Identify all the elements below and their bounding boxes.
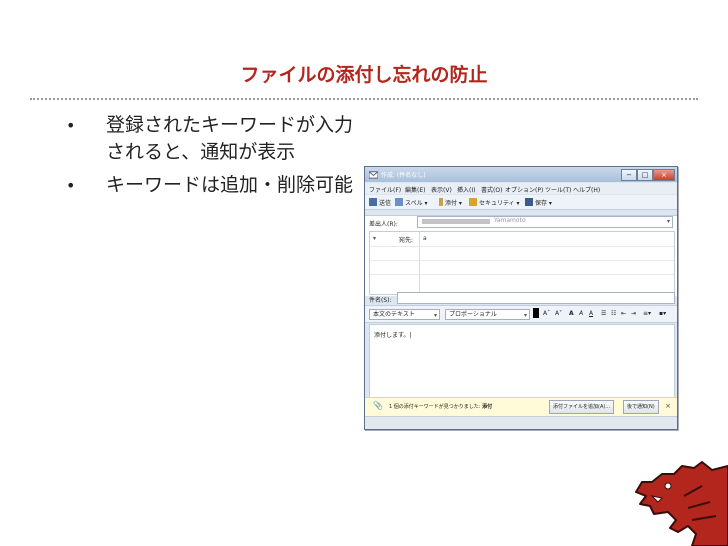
security-button[interactable]: セキュリティ ▾ xyxy=(469,198,520,207)
status-bar xyxy=(365,416,677,429)
app-icon xyxy=(369,171,378,179)
reminder-message: 1 個の添付キーワードが見つかりました: xyxy=(389,404,481,410)
spell-icon xyxy=(395,198,403,206)
toolbar: 送信 スペル ▾ 添付 ▾ セキュリティ ▾ 保存 ▾ xyxy=(365,195,677,210)
grid-row-line xyxy=(370,274,674,275)
send-icon xyxy=(369,198,377,206)
menu-options[interactable]: オプション(P) xyxy=(505,185,543,194)
window-titlebar[interactable]: 作成: (件名なし) − □ × xyxy=(365,167,677,182)
insert-icon[interactable]: ▪▾ xyxy=(659,310,666,317)
subject-label: 件名(S): xyxy=(369,297,392,304)
grid-divider xyxy=(419,232,420,294)
slide-title: ファイルの添付し忘れの防止 xyxy=(240,64,488,86)
text-color-icon[interactable] xyxy=(533,308,539,318)
send-label: 送信 xyxy=(379,200,392,207)
chevron-down-icon: ▾ xyxy=(433,312,437,319)
paperclip-icon: 📎 xyxy=(373,401,383,410)
menu-file[interactable]: ファイル(F) xyxy=(369,185,401,194)
chevron-down-icon: ▾ xyxy=(523,312,527,319)
menu-insert[interactable]: 挿入(I) xyxy=(457,185,475,194)
minimize-button[interactable]: − xyxy=(621,169,637,181)
format-toolbar: 本文のテキスト ▾ プロポーショナル ▾ Aˆ A˅ A A A ☰ ☷ ⇤ ⇥ ≡… xyxy=(365,305,677,323)
redacted-address xyxy=(422,219,490,224)
dinosaur-logo-icon xyxy=(635,461,728,546)
bullet-list: • 登録されたキーワードが入力されると、通知が表示 • キーワードは追加・削除可… xyxy=(62,112,354,205)
close-icon[interactable]: × xyxy=(665,402,671,410)
font-select-value: プロポーショナル xyxy=(449,311,497,318)
bullet-text: 登録されたキーワードが入力されると、通知が表示 xyxy=(106,114,354,163)
grid-row-line xyxy=(370,246,674,247)
from-select[interactable]: Yamamoto ▾ xyxy=(417,216,673,228)
attach-button[interactable]: 添付 ▾ xyxy=(439,198,462,207)
bullet-text: キーワードは追加・削除可能 xyxy=(106,174,354,196)
align-icon[interactable]: ≡▾ xyxy=(643,310,651,317)
outdent-icon[interactable]: ⇤ xyxy=(621,310,626,317)
bullet-item: • 登録されたキーワードが入力されると、通知が表示 xyxy=(62,112,354,166)
menu-bar: ファイル(F) 編集(E) 表示(V) 挿入(I) 書式(O) オプション(P)… xyxy=(365,183,677,194)
close-button[interactable]: × xyxy=(653,169,675,181)
bold-icon[interactable]: A xyxy=(569,310,574,317)
from-label: 差出人(R): xyxy=(369,221,398,228)
attachment-reminder-bar: 📎 1 個の添付キーワードが見つかりました: 添付 添付ファイルを追加(A)..… xyxy=(365,397,677,416)
underline-icon[interactable]: A xyxy=(589,310,593,317)
menu-view[interactable]: 表示(V) xyxy=(431,185,452,194)
recipient-grid xyxy=(369,231,675,295)
bullet-dot: • xyxy=(66,116,76,135)
indent-icon[interactable]: ⇥ xyxy=(631,310,636,317)
save-icon xyxy=(525,198,533,206)
save-label: 保存 xyxy=(535,200,548,207)
remind-later-button[interactable]: 後で通知(N) xyxy=(623,400,659,414)
reminder-text: 1 個の添付キーワードが見つかりました: 添付 xyxy=(389,403,492,410)
numbered-list-icon[interactable]: ☷ xyxy=(611,310,616,317)
from-value: Yamamoto xyxy=(494,217,526,224)
paperclip-icon xyxy=(439,198,443,206)
paragraph-select[interactable]: 本文のテキスト ▾ xyxy=(369,309,440,320)
menu-tools[interactable]: ツール(T) xyxy=(545,185,571,194)
grid-row-line xyxy=(370,260,674,261)
to-field[interactable]: a xyxy=(423,235,427,242)
send-button[interactable]: 送信 xyxy=(369,198,391,207)
add-attachment-button[interactable]: 添付ファイルを追加(A)... xyxy=(549,400,615,414)
menu-help[interactable]: ヘルプ(H) xyxy=(573,185,600,194)
menu-format[interactable]: 書式(O) xyxy=(481,185,502,194)
paragraph-select-value: 本文のテキスト xyxy=(373,311,415,318)
message-body[interactable]: 添付します。| xyxy=(369,324,675,398)
title-divider xyxy=(30,98,698,100)
lock-icon xyxy=(469,198,477,206)
font-smaller-icon[interactable]: A˅ xyxy=(555,310,562,317)
bullet-dot: • xyxy=(66,176,76,195)
italic-icon[interactable]: A xyxy=(579,310,583,317)
spell-label: スペル xyxy=(405,200,423,207)
bullet-list-icon[interactable]: ☰ xyxy=(601,310,606,317)
font-select[interactable]: プロポーショナル ▾ xyxy=(445,309,530,320)
spell-button[interactable]: スペル ▾ xyxy=(395,198,428,207)
save-button[interactable]: 保存 ▾ xyxy=(525,198,552,207)
chevron-down-icon: ▾ xyxy=(666,218,670,225)
body-text: 添付します。| xyxy=(374,332,412,339)
compose-window: 作成: (件名なし) − □ × ファイル(F) 編集(E) 表示(V) 挿入(… xyxy=(364,166,678,430)
attach-label: 添付 xyxy=(445,200,458,207)
security-label: セキュリティ xyxy=(479,200,515,207)
reminder-keyword: 添付 xyxy=(482,404,493,410)
subject-field[interactable] xyxy=(397,292,675,304)
menu-edit[interactable]: 編集(E) xyxy=(405,185,425,194)
recipient-type-dropdown[interactable]: ▾ xyxy=(373,235,376,242)
maximize-button[interactable]: □ xyxy=(637,169,653,181)
to-label: 宛先: xyxy=(399,237,414,244)
font-larger-icon[interactable]: Aˆ xyxy=(543,310,550,317)
window-title: 作成: (件名なし) xyxy=(381,172,426,179)
bullet-item: • キーワードは追加・削除可能 xyxy=(62,172,354,199)
